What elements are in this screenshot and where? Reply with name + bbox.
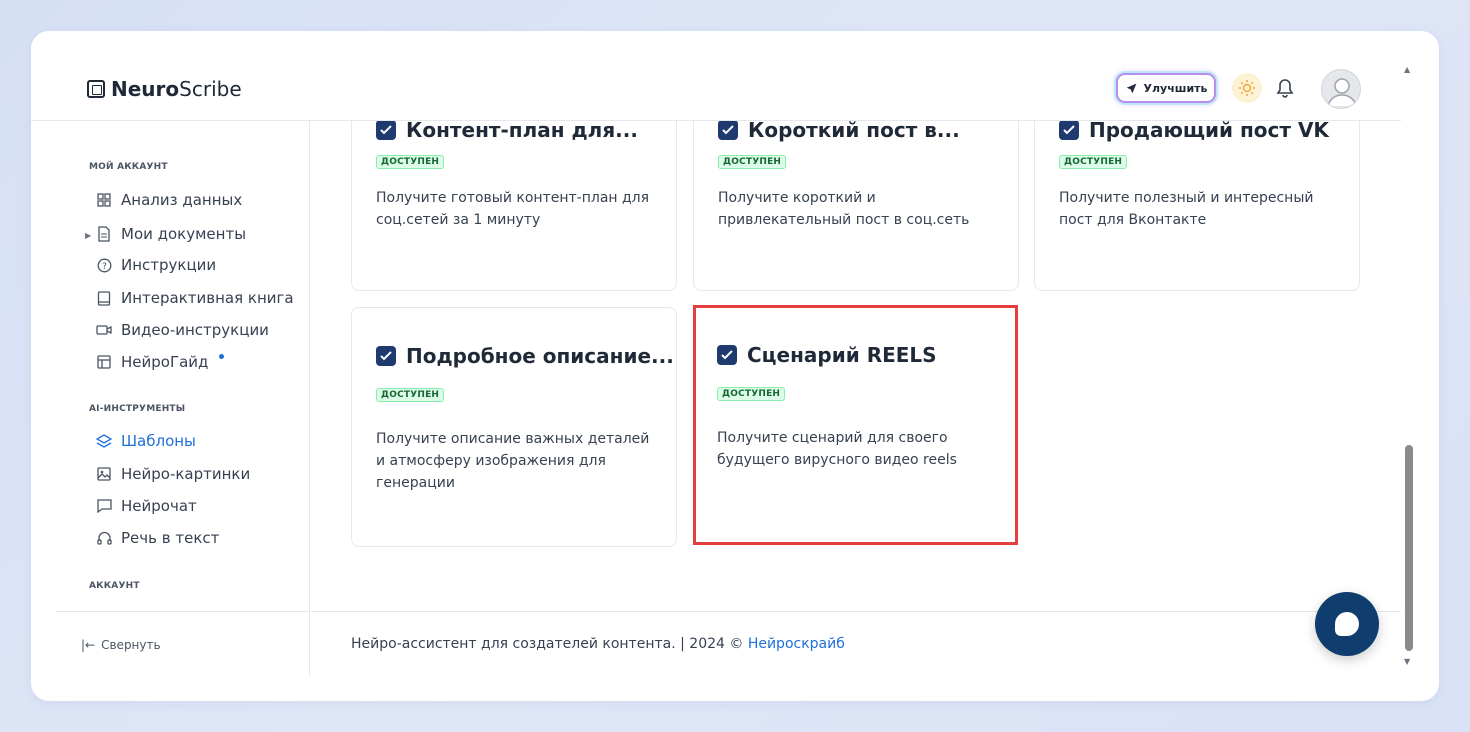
sidebar-item-my-documents[interactable]: Мои документы <box>96 224 246 244</box>
card-title: Подробное описание... <box>406 344 674 368</box>
book-icon <box>96 290 112 306</box>
avatar[interactable] <box>1321 69 1361 109</box>
svg-text:?: ? <box>102 262 107 272</box>
top-header: NeuroScribe Улучшить <box>31 31 1401 121</box>
checkbox-icon <box>1056 120 1079 143</box>
sidebar-item-speech-to-text[interactable]: Речь в текст <box>96 528 219 548</box>
collapse-button[interactable]: |← Свернуть <box>81 638 161 652</box>
card-title: Короткий пост в... <box>748 118 960 142</box>
help-icon: ? <box>96 257 112 273</box>
document-icon <box>96 226 112 242</box>
sidebar-item-neuro-images[interactable]: Нейро-картинки <box>96 464 250 484</box>
status-badge: ДОСТУПЕН <box>1059 155 1128 169</box>
sidebar-item-templates[interactable]: Шаблоны <box>96 431 196 451</box>
scroll-down-arrow[interactable]: ▼ <box>1404 657 1410 666</box>
collapse-icon: |← <box>81 638 96 652</box>
highlight-box <box>693 305 1018 545</box>
status-badge: ДОСТУПЕН <box>376 155 445 169</box>
caret-right-icon[interactable]: ▶ <box>85 231 91 240</box>
status-badge: ДОСТУПЕН <box>718 155 787 169</box>
bell-icon <box>1276 79 1294 98</box>
sidebar-footer: |← Свернуть <box>56 611 310 676</box>
checkbox-icon <box>715 120 738 143</box>
sidebar-item-instructions[interactable]: ? Инструкции <box>96 255 216 275</box>
section-title: АККАУНТ <box>89 581 140 591</box>
upgrade-button[interactable]: Улучшить <box>1116 73 1216 103</box>
checkbox-icon <box>373 120 396 143</box>
rocket-icon <box>1126 83 1136 93</box>
video-icon <box>96 322 112 338</box>
footer-text: Нейро-ассистент для создателей контента.… <box>351 636 748 652</box>
image-icon <box>96 466 112 482</box>
sidebar-item-neurochat[interactable]: Нейрочат <box>96 496 197 516</box>
template-card[interactable]: Подробное описание... ДОСТУПЕН Получите … <box>351 307 677 547</box>
scroll-up-arrow[interactable]: ▲ <box>1404 65 1410 74</box>
status-badge: ДОСТУПЕН <box>376 388 445 402</box>
logo-icon <box>87 80 105 98</box>
scrollbar-thumb[interactable] <box>1405 445 1413 651</box>
card-description: Получите описание важных деталей и атмос… <box>376 431 650 491</box>
checkbox-icon <box>373 346 396 369</box>
footer-link[interactable]: Нейроскрайб <box>748 636 845 652</box>
card-description: Получите полезный и интересный пост для … <box>1059 190 1314 228</box>
chat-bubble-icon <box>1335 612 1359 636</box>
theme-toggle-button[interactable] <box>1232 73 1262 103</box>
sun-icon <box>1239 80 1255 96</box>
new-indicator <box>219 353 225 359</box>
footer: Нейро-ассистент для создателей контента.… <box>311 611 1401 676</box>
sidebar-item-data-analysis[interactable]: Анализ данных <box>96 190 242 210</box>
chat-icon <box>96 498 112 514</box>
sidebar: МОЙ АККАУНТ Анализ данных ▶ Мои документ… <box>56 121 310 676</box>
card-title: Контент-план для... <box>406 118 638 142</box>
support-chat-button[interactable] <box>1315 592 1379 656</box>
layout-icon <box>96 354 112 370</box>
card-title: Продающий пост VK <box>1089 118 1329 142</box>
notifications-button[interactable] <box>1272 75 1298 101</box>
sidebar-item-interactive-book[interactable]: Интерактивная книга <box>96 288 294 308</box>
card-description: Получите короткий и привлекательный пост… <box>718 190 970 228</box>
layers-icon <box>96 433 112 449</box>
section-title: МОЙ АККАУНТ <box>89 162 168 172</box>
sidebar-item-neuroguide[interactable]: НейроГайд <box>96 352 225 372</box>
app-window: Контент-план для... ДОСТУПЕН Получите го… <box>31 31 1439 701</box>
sidebar-item-video-instructions[interactable]: Видео-инструкции <box>96 320 269 340</box>
headphones-icon <box>96 530 112 546</box>
section-title: AI-ИНСТРУМЕНТЫ <box>89 404 186 414</box>
grid-icon <box>96 192 112 208</box>
user-icon <box>1327 78 1357 107</box>
card-description: Получите готовый контент-план для соц.се… <box>376 190 650 228</box>
logo[interactable]: NeuroScribe <box>87 77 242 101</box>
